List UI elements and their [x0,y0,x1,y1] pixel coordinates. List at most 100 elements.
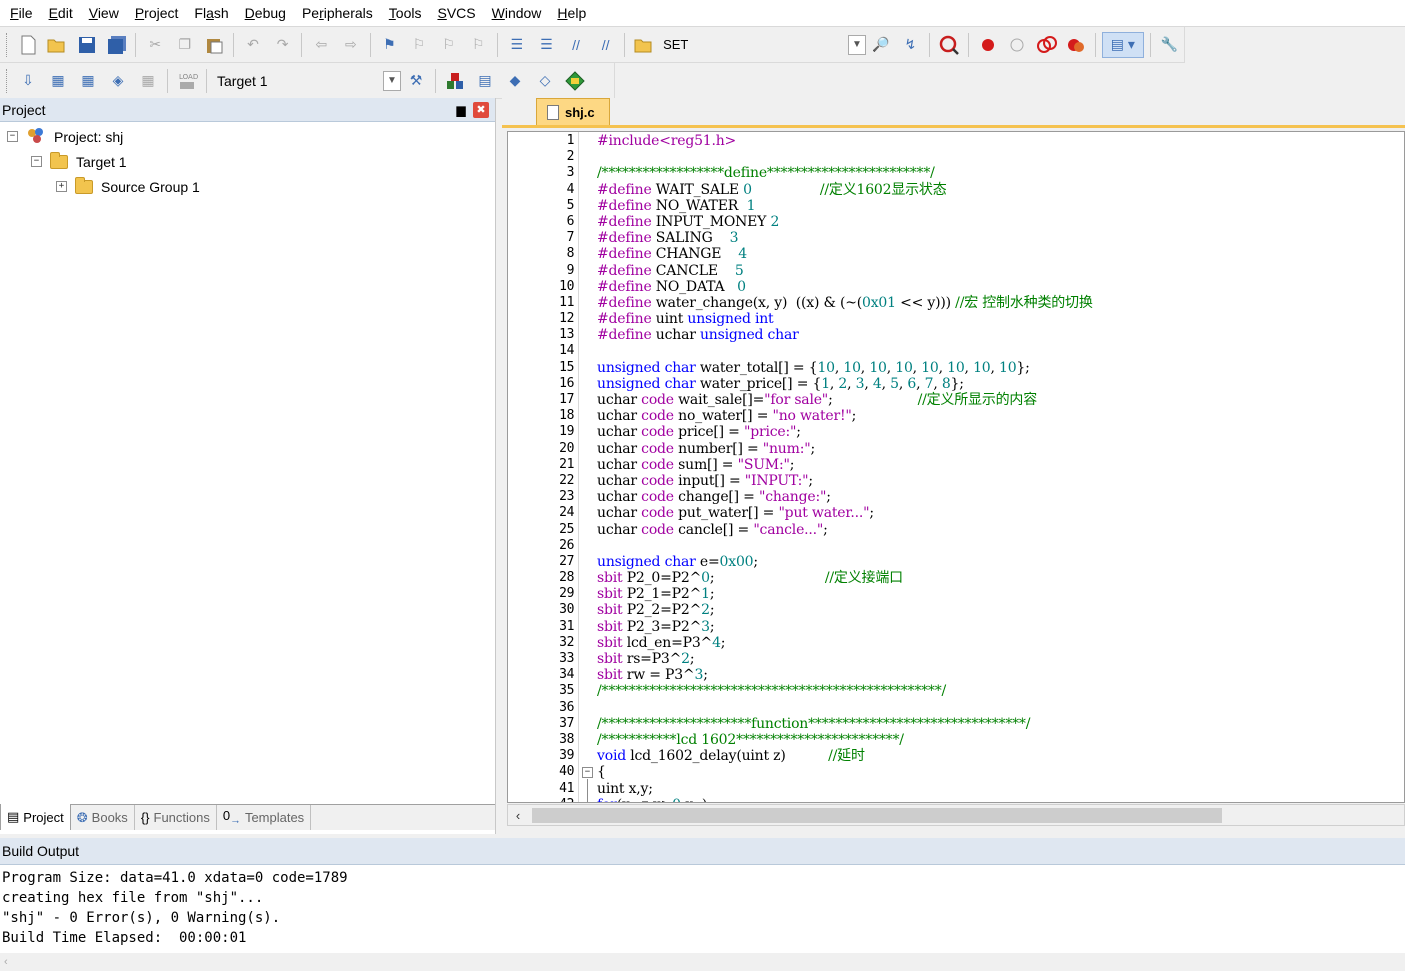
tree-item-source-group[interactable]: + Source Group 1 [0,174,495,199]
next-bookmark-icon[interactable]: ⚐ [436,32,462,58]
toolbar-separator [624,32,626,57]
build-output-header: Build Output [0,838,1405,865]
menu-svcs[interactable]: SVCS [429,0,483,26]
tab-books[interactable]: ❂ Books [71,805,135,830]
collapse-icon[interactable]: − [7,131,18,142]
kill-breakpoints-icon[interactable] [1064,32,1090,58]
menu-help[interactable]: Help [549,0,594,26]
cut-icon[interactable]: ✂ [142,32,168,58]
navigate-back-icon[interactable]: ⇦ [308,32,334,58]
scroll-left-icon[interactable]: ‹ [508,808,528,823]
manage-components-icon[interactable]: ◆ [502,68,528,94]
code-text[interactable]: #include<reg51.h> /******************defi… [597,132,1404,802]
download-icon[interactable]: LOAD [174,68,200,94]
window-layout-icon[interactable]: ▤ ▾ [1102,31,1144,58]
incremental-find-icon[interactable]: ↯ [898,32,924,58]
build-output-line: Build Time Elapsed: 00:00:01 [2,930,247,946]
line-number: 2 [566,149,575,165]
debug-session-icon[interactable] [936,32,962,58]
toolbar-separator [1095,32,1097,57]
batch-build-icon[interactable]: ◈ [105,68,131,94]
horizontal-scrollbar[interactable]: ‹ [507,804,1405,826]
scrollbar-thumb[interactable] [532,808,1222,823]
menu-view[interactable]: View [81,0,127,26]
unindent-icon[interactable]: ☰ [534,32,560,58]
line-number: 14 [559,343,574,359]
expand-icon[interactable]: + [56,181,67,192]
pack-installer-icon[interactable]: ◇ [532,68,558,94]
toolbar-separator [206,68,207,93]
stop-build-icon[interactable]: ▦ [135,68,161,94]
line-number: 10 [559,278,574,294]
tab-functions[interactable]: {} Functions [135,805,217,830]
target-select[interactable]: Target 1 ▼ [211,69,401,93]
menu-window[interactable]: Window [484,0,550,26]
menu-tools[interactable]: Tools [381,0,430,26]
code-line: #define uchar unsigned char [597,327,799,344]
tab-shj-c[interactable]: shj.c [536,98,610,125]
toolbar-grip[interactable] [6,68,9,93]
tree-item-label: Target 1 [76,153,127,170]
tree-item-project[interactable]: − Project: shj [0,124,495,149]
code-editor[interactable]: 1 2 3 4 5 6 7 8 9 10 11 12 13 14 15 16 17 18 19 20 21 22 23 24 2… [507,131,1405,803]
clear-bookmarks-icon[interactable]: ⚐ [465,32,491,58]
find-combo-value: SET [663,37,689,52]
tab-label: Functions [153,810,210,825]
toolbar-grip[interactable] [6,32,9,57]
scroll-left-icon[interactable]: ‹ [4,956,8,968]
menu-edit[interactable]: Edit [41,0,81,26]
open-file-icon[interactable] [45,32,71,58]
comment-icon[interactable]: // [563,32,589,58]
code-line: sbit P2_0=P2^0; //定义接端口 [597,570,903,587]
tab-project[interactable]: ▤ Project [0,804,71,830]
select-packs-icon[interactable]: ▤ [472,68,498,94]
configure-icon[interactable]: 🔧 [1157,32,1183,58]
uncomment-icon[interactable]: // [593,32,619,58]
undo-icon[interactable]: ↶ [240,32,266,58]
insert-breakpoint-icon[interactable] [975,32,1001,58]
menu-debug[interactable]: Debug [237,0,294,26]
tab-templates[interactable]: 0→ Templates [217,805,312,830]
find-icon[interactable]: 🔎 [868,32,894,58]
redo-icon[interactable]: ↷ [270,32,296,58]
line-number: 9 [566,262,575,278]
tree-item-target[interactable]: − Target 1 [0,149,495,174]
code-line: uchar code no_water[] = "no water!"; [597,408,857,425]
pin-icon[interactable]: ▆ [453,103,469,117]
fold-collapse-icon[interactable]: − [582,767,593,779]
save-all-icon[interactable] [104,32,130,58]
new-file-icon[interactable] [15,32,41,58]
build-icon[interactable]: ▦ [45,68,71,94]
chevron-down-icon[interactable]: ▼ [383,70,401,91]
paste-icon[interactable] [202,32,228,58]
close-icon[interactable]: ✖ [473,101,489,118]
fold-margin[interactable]: − [579,132,596,802]
menu-peripherals[interactable]: Peripherals [294,0,381,26]
rebuild-icon[interactable]: ▦ [75,68,101,94]
copy-icon[interactable]: ❐ [172,32,198,58]
indent-icon[interactable]: ☰ [504,32,530,58]
chevron-down-icon[interactable]: ▼ [847,34,866,55]
enable-breakpoint-icon[interactable] [1004,32,1030,58]
disable-breakpoints-icon[interactable] [1034,32,1060,58]
code-line: #define NO_WATER 1 [597,197,756,214]
bookmark-icon[interactable]: ⚑ [377,32,403,58]
build-output-scrollbar[interactable]: ‹ [0,953,1405,971]
manage-project-items-icon[interactable] [442,68,468,94]
menu-flash[interactable]: Flash [186,0,236,26]
menu-project[interactable]: Project [127,0,187,26]
save-icon[interactable] [74,32,100,58]
build-output-line: creating hex file from "shj"... [2,890,264,906]
collapse-icon[interactable]: − [31,156,42,167]
translate-icon[interactable]: ⇩ [15,68,41,94]
menu-file[interactable]: File [2,0,41,26]
find-combo[interactable]: SET ▼ [659,33,866,57]
find-in-files-icon[interactable] [631,32,657,58]
build-output-line: Program Size: data=41.0 xdata=0 code=178… [2,870,348,886]
prev-bookmark-icon[interactable]: ⚐ [406,32,432,58]
build-output-text[interactable]: Program Size: data=41.0 xdata=0 code=178… [0,865,1405,948]
navigate-forward-icon[interactable]: ⇨ [338,32,364,58]
target-options-icon[interactable]: ⚒ [403,68,429,94]
run-time-environment-icon[interactable] [562,68,588,94]
